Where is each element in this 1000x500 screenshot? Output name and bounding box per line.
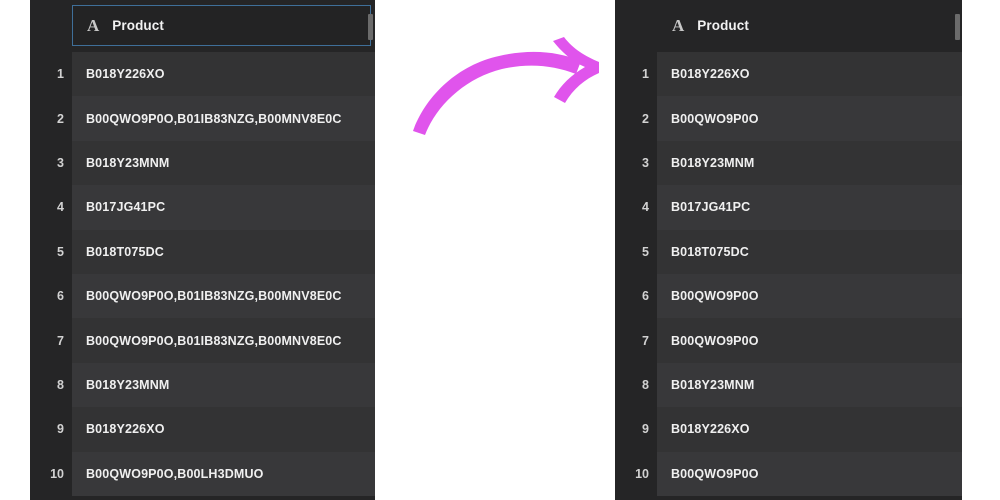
row-number: 9 xyxy=(615,407,657,452)
right-column-header-label: Product xyxy=(697,18,749,33)
table-row[interactable]: 7 B00QWO9P0O xyxy=(615,318,962,363)
left-table-body: 1 B018Y226XO 2 B00QWO9P0O,B01IB83NZG,B00… xyxy=(30,52,375,496)
row-number: 2 xyxy=(30,96,72,141)
table-row[interactable]: 9 B018Y226XO xyxy=(30,407,375,452)
row-number: 1 xyxy=(615,52,657,97)
row-cell-product[interactable]: B00QWO9P0O,B01IB83NZG,B00MNV8E0C xyxy=(72,273,375,319)
row-cell-product[interactable]: B018Y23MNM xyxy=(72,362,375,408)
curved-arrow-right-icon xyxy=(413,37,599,135)
row-number: 5 xyxy=(615,229,657,274)
row-cell-product[interactable]: B018Y226XO xyxy=(657,407,962,452)
text-type-icon: A xyxy=(87,16,100,35)
row-cell-product[interactable]: B018T075DC xyxy=(72,229,375,274)
row-cell-product[interactable]: B00QWO9P0O xyxy=(657,273,962,319)
row-cell-product[interactable]: B017JG41PC xyxy=(72,185,375,230)
row-number: 7 xyxy=(615,318,657,363)
row-cell-product[interactable]: B018Y226XO xyxy=(72,52,375,97)
row-cell-product[interactable]: B018Y23MNM xyxy=(657,140,962,186)
row-cell-product[interactable]: B00QWO9P0O xyxy=(657,318,962,363)
row-number: 1 xyxy=(30,52,72,97)
table-row[interactable]: 2 B00QWO9P0O,B01IB83NZG,B00MNV8E0C xyxy=(30,96,375,141)
row-cell-product[interactable]: B00QWO9P0O,B01IB83NZG,B00MNV8E0C xyxy=(72,96,375,141)
row-number: 6 xyxy=(615,273,657,319)
table-row[interactable]: 3 B018Y23MNM xyxy=(615,140,962,186)
row-cell-product[interactable]: B00QWO9P0O,B01IB83NZG,B00MNV8E0C xyxy=(72,318,375,363)
right-table-header-row: A Product xyxy=(615,0,962,52)
row-number: 3 xyxy=(30,140,72,186)
table-row[interactable]: 4 B017JG41PC xyxy=(30,185,375,230)
table-row[interactable]: 5 B018T075DC xyxy=(615,229,962,274)
table-row[interactable]: 1 B018Y226XO xyxy=(615,52,962,97)
row-number: 10 xyxy=(30,451,72,496)
row-number: 10 xyxy=(615,451,657,496)
table-row[interactable]: 6 B00QWO9P0O xyxy=(615,273,962,319)
row-number: 6 xyxy=(30,273,72,319)
table-row[interactable]: 10 B00QWO9P0O xyxy=(615,451,962,496)
left-header-gutter xyxy=(30,0,72,52)
row-cell-product[interactable]: B018T075DC xyxy=(657,229,962,274)
table-row[interactable]: 6 B00QWO9P0O,B01IB83NZG,B00MNV8E0C xyxy=(30,273,375,319)
left-table-header-row: A Product xyxy=(30,0,375,52)
row-cell-product[interactable]: B018Y23MNM xyxy=(72,140,375,186)
table-row[interactable]: 5 B018T075DC xyxy=(30,229,375,274)
table-row[interactable]: 2 B00QWO9P0O xyxy=(615,96,962,141)
row-cell-product[interactable]: B00QWO9P0O xyxy=(657,96,962,141)
row-number: 4 xyxy=(30,185,72,230)
table-row[interactable]: 1 B018Y226XO xyxy=(30,52,375,97)
right-table-body: 1 B018Y226XO 2 B00QWO9P0O 3 B018Y23MNM 4… xyxy=(615,52,962,496)
table-row[interactable]: 4 B017JG41PC xyxy=(615,185,962,230)
table-row[interactable]: 7 B00QWO9P0O,B01IB83NZG,B00MNV8E0C xyxy=(30,318,375,363)
table-row[interactable]: 9 B018Y226XO xyxy=(615,407,962,452)
row-cell-product[interactable]: B018Y23MNM xyxy=(657,362,962,408)
table-row[interactable]: 10 B00QWO9P0O,B00LH3DMUO xyxy=(30,451,375,496)
right-horizontal-scrollbar-thumb[interactable] xyxy=(955,14,960,40)
row-number: 8 xyxy=(30,362,72,408)
row-cell-product[interactable]: B018Y226XO xyxy=(72,407,375,452)
row-number: 4 xyxy=(615,185,657,230)
table-row[interactable]: 8 B018Y23MNM xyxy=(615,362,962,408)
row-cell-product[interactable]: B00QWO9P0O,B00LH3DMUO xyxy=(72,451,375,496)
row-cell-product[interactable]: B00QWO9P0O xyxy=(657,451,962,496)
row-number: 5 xyxy=(30,229,72,274)
row-number: 8 xyxy=(615,362,657,408)
row-number: 7 xyxy=(30,318,72,363)
left-column-header-product[interactable]: A Product xyxy=(72,5,371,46)
result-table-panel: A Product 1 B018Y226XO 2 B00QWO9P0O 3 B0… xyxy=(615,0,962,500)
table-row[interactable]: 8 B018Y23MNM xyxy=(30,362,375,408)
table-row[interactable]: 3 B018Y23MNM xyxy=(30,140,375,186)
left-horizontal-scrollbar-thumb[interactable] xyxy=(368,14,373,40)
right-header-gutter xyxy=(615,0,657,52)
right-column-header-product[interactable]: A Product xyxy=(657,5,958,46)
source-table-panel: A Product 1 B018Y226XO 2 B00QWO9P0O,B01I… xyxy=(30,0,375,500)
transformation-arrow-annotation xyxy=(395,35,610,150)
row-number: 9 xyxy=(30,407,72,452)
left-column-header-label: Product xyxy=(112,18,164,33)
text-type-icon: A xyxy=(672,16,685,35)
row-number: 2 xyxy=(615,96,657,141)
row-cell-product[interactable]: B018Y226XO xyxy=(657,52,962,97)
row-cell-product[interactable]: B017JG41PC xyxy=(657,185,962,230)
row-number: 3 xyxy=(615,140,657,186)
